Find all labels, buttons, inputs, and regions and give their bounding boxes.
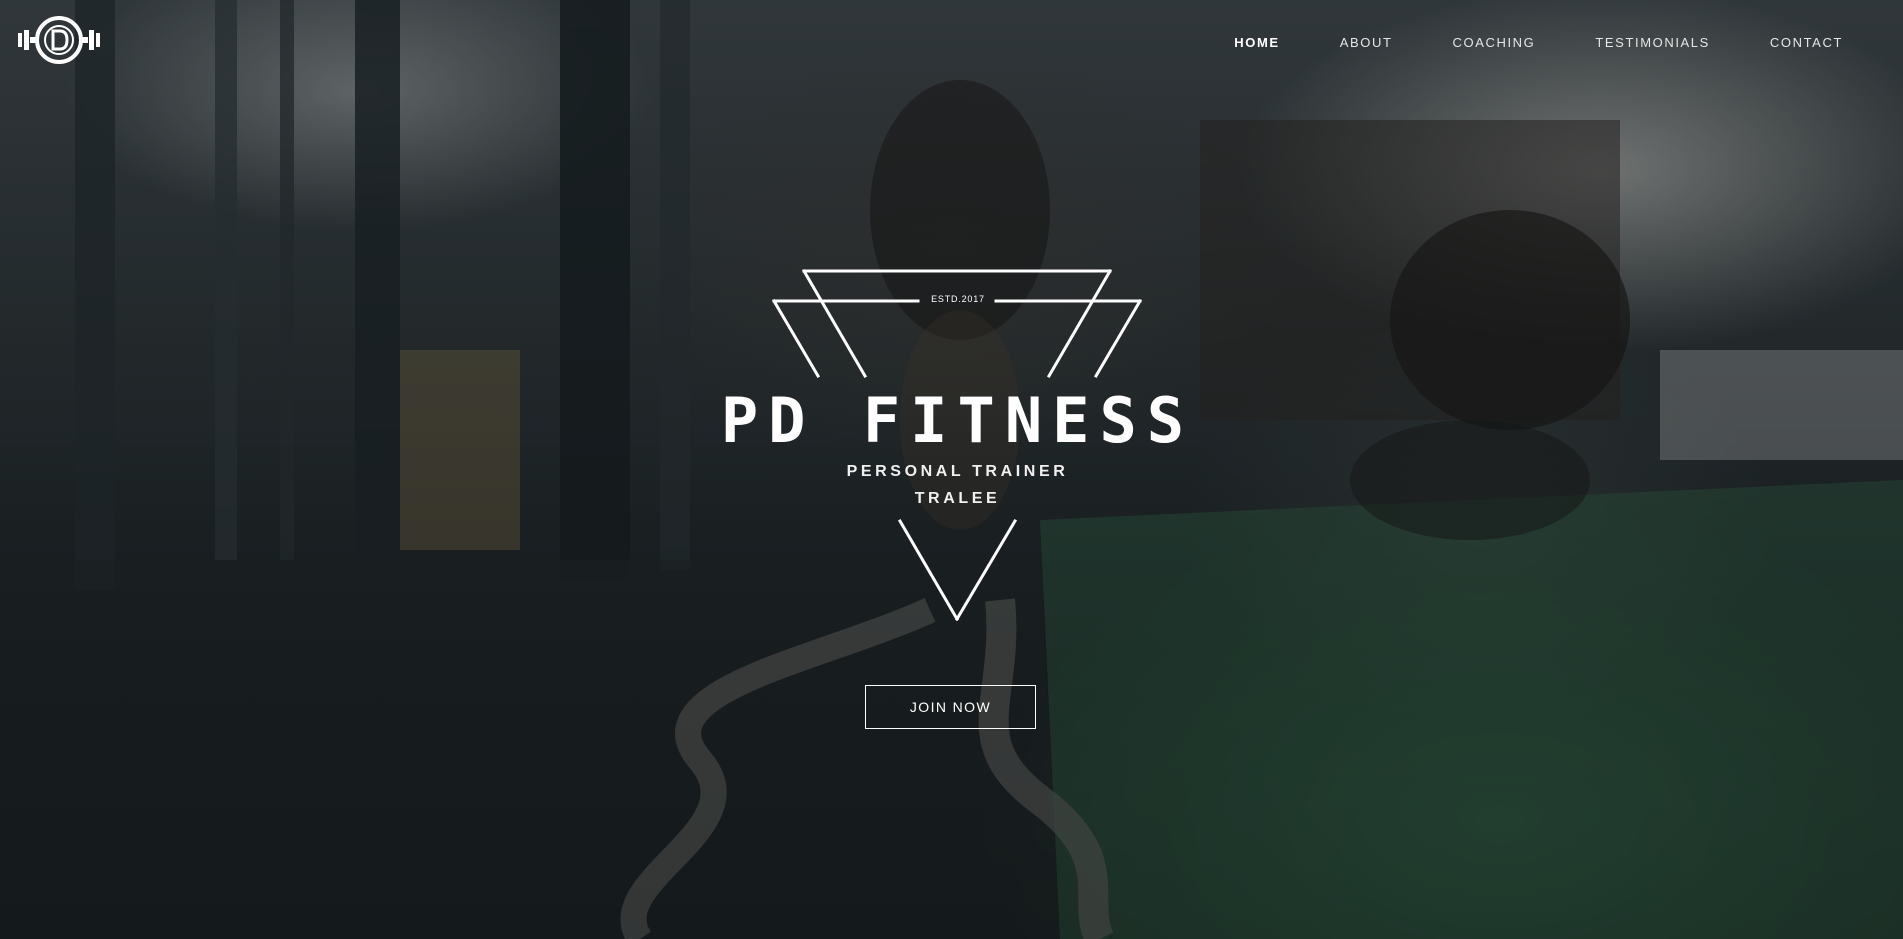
nav-item-contact[interactable]: CONTACT: [1770, 34, 1843, 52]
nav-item-about[interactable]: ABOUT: [1340, 34, 1393, 52]
hero-section: HOME ABOUT COACHING TESTIMONIALS CONTACT…: [0, 0, 1903, 939]
tagline-location: TRALEE: [914, 490, 1001, 507]
brand-title: PD FITNESS: [720, 384, 1195, 457]
nav-item-testimonials[interactable]: TESTIMONIALS: [1595, 34, 1710, 52]
established-year-label: ESTD.2017: [931, 294, 985, 304]
tagline-role: PERSONAL TRAINER: [846, 463, 1069, 480]
main-navigation: HOME ABOUT COACHING TESTIMONIALS CONTACT: [1174, 34, 1843, 52]
join-now-button[interactable]: JOIN NOW: [865, 685, 1036, 729]
nav-item-home[interactable]: HOME: [1234, 34, 1279, 52]
pd-fitness-logo-icon[interactable]: [18, 14, 100, 66]
nav-item-coaching[interactable]: COACHING: [1453, 34, 1536, 52]
